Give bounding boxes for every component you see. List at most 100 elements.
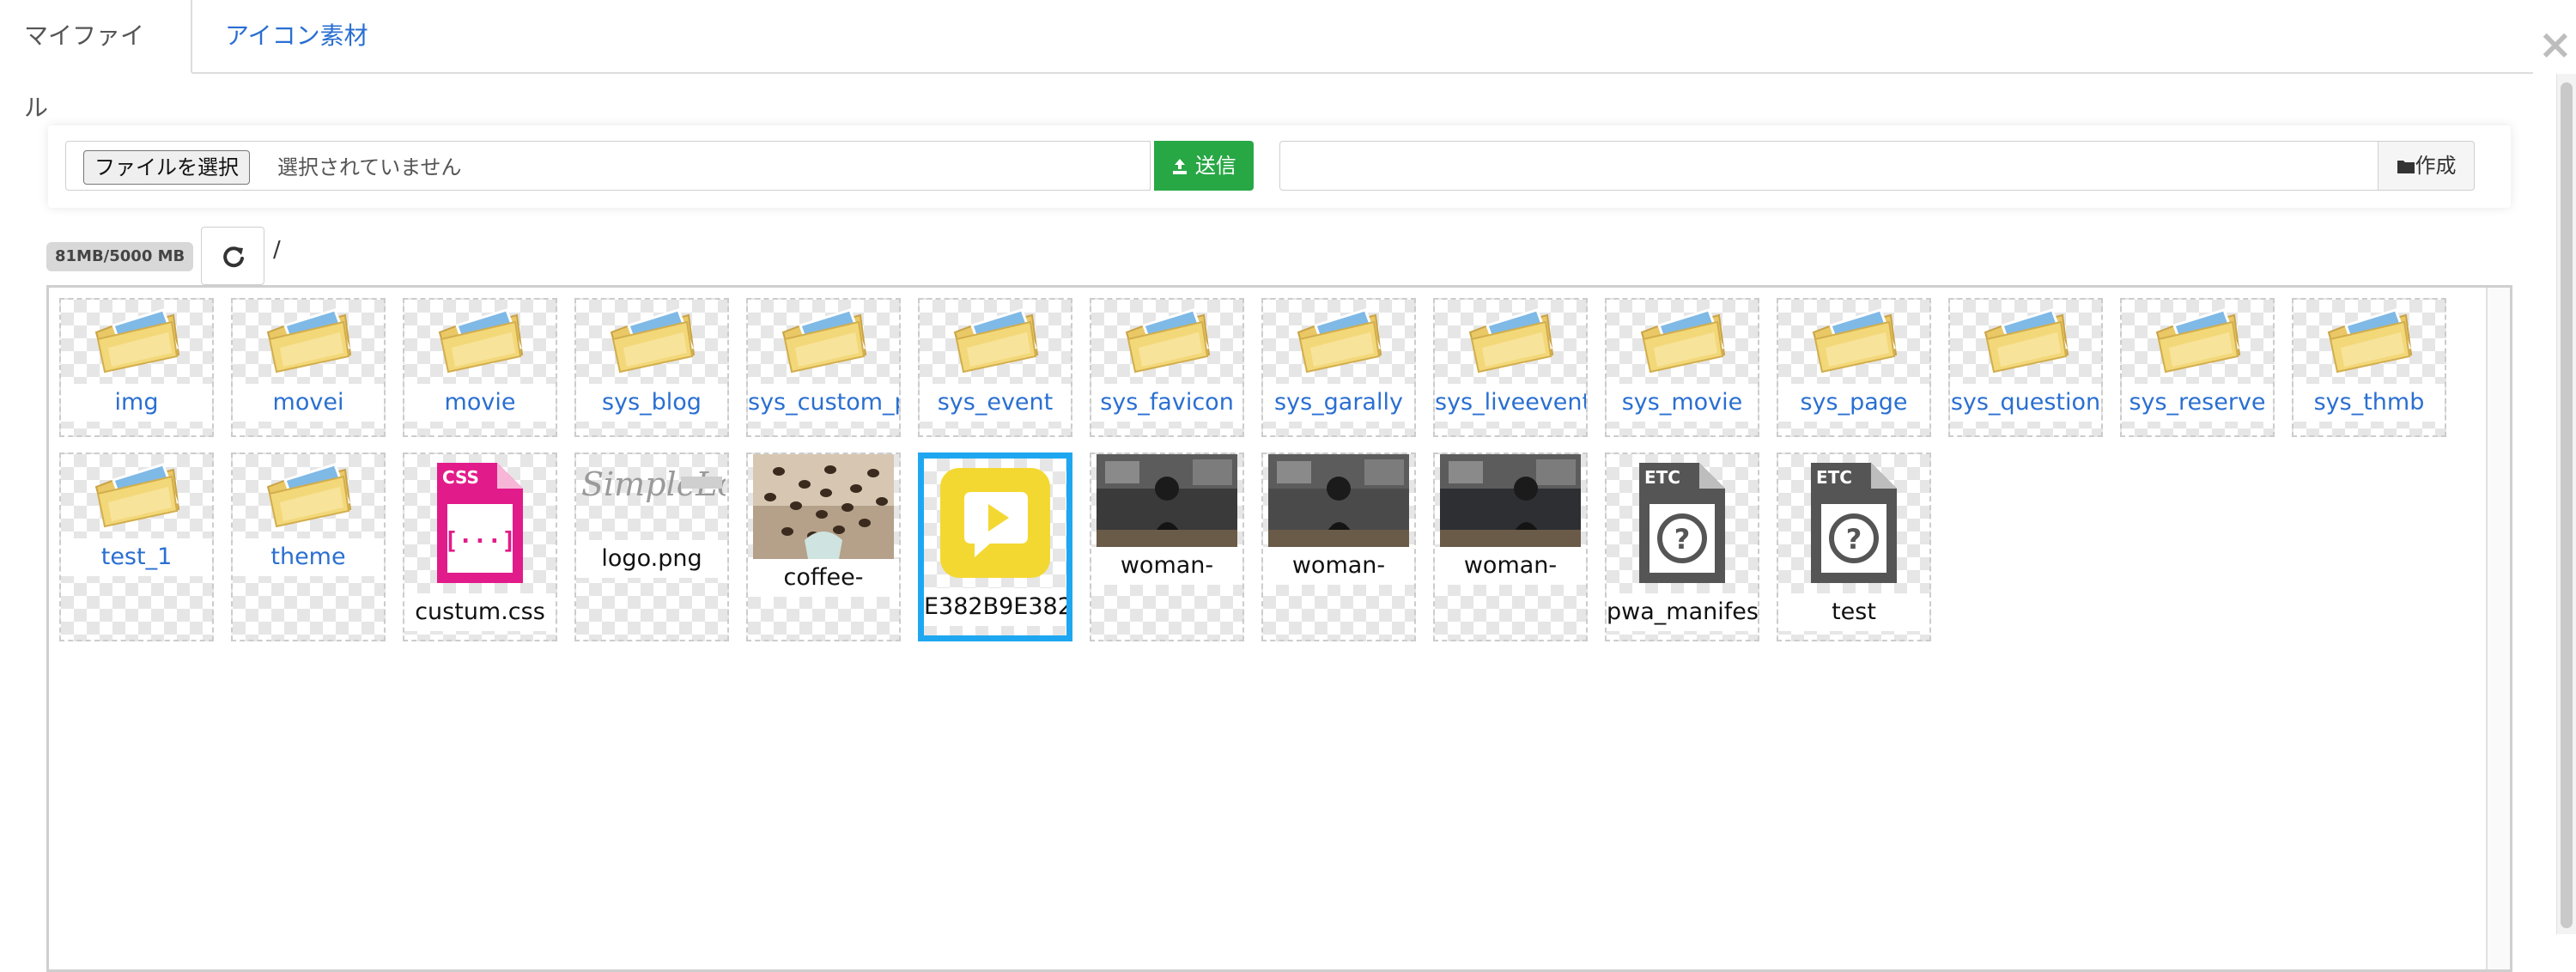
file-item[interactable]: SimpleLogo logo.png — [574, 453, 729, 641]
item-name: sys_favicon — [1091, 384, 1242, 422]
folder-icon — [1297, 308, 1382, 374]
create-label: 作成 — [2415, 154, 2457, 178]
folder-icon — [1468, 308, 1554, 374]
item-thumbnail — [89, 307, 184, 379]
item-thumbnail — [261, 307, 355, 379]
item-name: sys_garally — [1263, 384, 1414, 422]
item-name: logo.png — [576, 540, 727, 578]
folder-icon — [781, 308, 867, 374]
folder-icon — [94, 463, 180, 528]
file-item[interactable]: ETC ? pwa_manifest — [1605, 453, 1759, 641]
file-item[interactable]: coffee- — [746, 453, 901, 641]
item-thumbnail — [948, 307, 1042, 379]
file-grid: img movei movie sys_blog sys_custom_p sy… — [46, 285, 2512, 972]
woman-photo-thumbnail — [1097, 454, 1237, 547]
file-item[interactable]: E382B9E382 — [918, 453, 1072, 641]
svg-text:[···]: [···] — [444, 526, 516, 555]
svg-text:ETC: ETC — [1644, 467, 1680, 488]
upload-icon — [1173, 159, 1188, 174]
tab-my-files[interactable]: マイファイル — [0, 0, 192, 122]
folder-item[interactable]: sys_event — [918, 298, 1072, 437]
folder-item[interactable]: test_1 — [59, 453, 214, 641]
item-name: sys_reserve — [2122, 384, 2273, 422]
page-scrollbar[interactable] — [2556, 74, 2576, 934]
folder-item[interactable]: movie — [403, 298, 557, 437]
folder-icon — [438, 308, 524, 374]
item-thumbnail — [89, 461, 184, 533]
folder-icon — [2397, 161, 2415, 173]
send-label: 送信 — [1194, 154, 1236, 178]
coffee-thumbnail — [753, 454, 894, 559]
folder-item[interactable]: sys_thmb — [2292, 298, 2446, 437]
svg-text:?: ? — [1846, 523, 1862, 556]
choose-file-button[interactable]: ファイルを選択 — [83, 150, 250, 185]
item-name: sys_question — [1950, 384, 2101, 422]
item-name: E382B9E382 — [924, 588, 1066, 626]
file-item[interactable]: CSS [···] custum.css — [403, 453, 557, 641]
storage-usage-badge: 81MB/5000 MB — [46, 242, 194, 271]
folder-icon — [1125, 308, 1211, 374]
folder-item[interactable]: sys_blog — [574, 298, 729, 437]
woman-photo-thumbnail — [1268, 454, 1409, 547]
item-thumbnail: ETC ? — [1809, 461, 1899, 588]
file-grid-scrollbar[interactable] — [2486, 288, 2510, 969]
item-thumbnail — [1440, 454, 1581, 550]
item-thumbnail — [753, 454, 894, 562]
item-thumbnail — [1978, 307, 2073, 379]
file-item[interactable]: ETC ? test — [1777, 453, 1931, 641]
item-name: sys_custom_p — [748, 384, 899, 422]
folder-item[interactable]: sys_liveevent — [1433, 298, 1588, 437]
folder-icon — [2155, 308, 2241, 374]
item-thumbnail — [1635, 307, 1729, 379]
item-name: coffee- — [748, 559, 899, 597]
svg-text:?: ? — [1674, 523, 1691, 556]
logo-thumbnail: SimpleLogo — [581, 465, 727, 503]
css-file-icon: CSS [···] — [437, 463, 523, 583]
item-name: sys_event — [920, 384, 1071, 422]
folder-item[interactable]: theme — [231, 453, 386, 641]
file-item[interactable]: woman- — [1433, 453, 1588, 641]
refresh-button[interactable] — [201, 227, 264, 285]
folder-item[interactable]: sys_movie — [1605, 298, 1759, 437]
folder-item[interactable]: sys_reserve — [2120, 298, 2275, 437]
item-name: sys_page — [1778, 384, 1929, 422]
refresh-icon — [223, 246, 244, 268]
file-item[interactable]: woman- — [1090, 453, 1244, 641]
item-name: movie — [404, 384, 556, 422]
folder-item[interactable]: movei — [231, 298, 386, 437]
item-thumbnail — [2322, 307, 2416, 379]
page-scrollbar-thumb[interactable] — [2561, 82, 2573, 928]
folder-icon — [94, 308, 180, 374]
close-icon[interactable]: × — [2538, 24, 2573, 65]
tab-bar: マイファイル アイコン素材 — [0, 0, 2533, 122]
file-picker[interactable]: ファイルを選択 選択されていません — [65, 141, 1151, 191]
item-name: sys_movie — [1607, 384, 1758, 422]
item-thumbnail — [1291, 307, 1386, 379]
item-thumbnail — [1463, 307, 1558, 379]
item-name: sys_thmb — [2293, 384, 2445, 422]
item-name: woman- — [1263, 547, 1414, 585]
folder-item[interactable]: sys_garally — [1261, 298, 1416, 437]
create-folder-button[interactable]: 作成 — [2379, 141, 2475, 191]
item-name: sys_blog — [576, 384, 727, 422]
etc-file-icon: ETC ? — [1811, 463, 1897, 583]
folder-item[interactable]: sys_favicon — [1090, 298, 1244, 437]
upload-panel: ファイルを選択 選択されていません 送信 作成 — [48, 125, 2511, 208]
item-thumbnail — [605, 307, 699, 379]
folder-item[interactable]: sys_question — [1948, 298, 2103, 437]
item-name: custum.css — [404, 593, 556, 631]
folder-icon — [953, 308, 1039, 374]
send-button[interactable]: 送信 — [1154, 141, 1254, 191]
item-thumbnail: CSS [···] — [435, 461, 525, 588]
item-thumbnail — [2150, 307, 2245, 379]
tab-icon-materials[interactable]: アイコン素材 — [201, 0, 392, 72]
item-thumbnail — [261, 461, 355, 533]
folder-name-input[interactable] — [1279, 141, 2379, 191]
folder-item[interactable]: img — [59, 298, 214, 437]
file-item[interactable]: woman- — [1261, 453, 1416, 641]
folder-item[interactable]: sys_custom_p — [746, 298, 901, 437]
folder-item[interactable]: sys_page — [1777, 298, 1931, 437]
folder-icon — [610, 308, 696, 374]
folder-icon — [2327, 308, 2413, 374]
folder-icon — [266, 308, 352, 374]
